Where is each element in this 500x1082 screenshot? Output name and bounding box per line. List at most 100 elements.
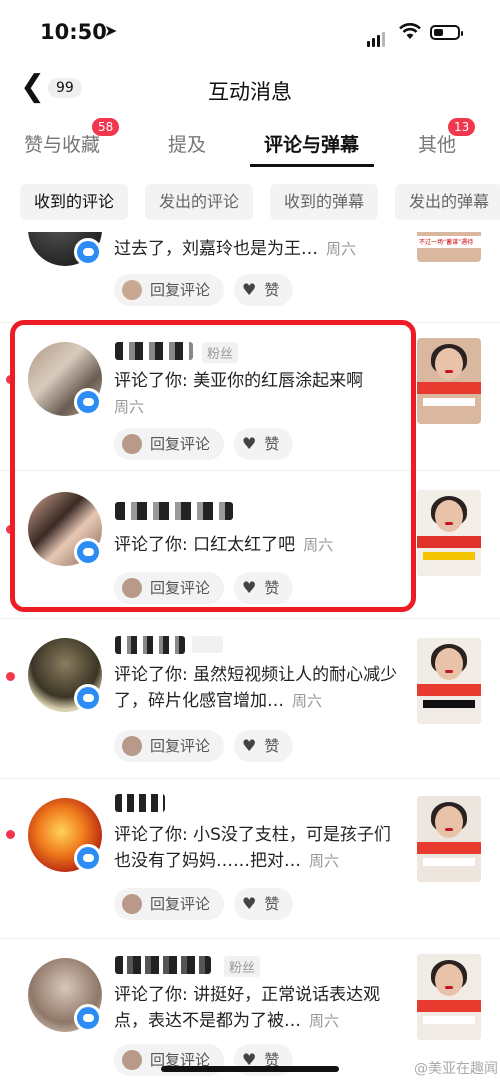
battery-icon <box>430 25 463 40</box>
list-item[interactable]: 评论了你: 虽然短视频让人的耐心减少了，碎片化感官增加… 周六 回复评论 ♥ 赞 <box>0 618 500 779</box>
reply-label: 回复评论 <box>150 281 211 299</box>
tab-comments-danmaku[interactable]: 评论与弹幕 <box>264 130 359 157</box>
like-label: 赞 <box>264 579 280 597</box>
comment-text: 评论了你: 虽然短视频让人的耐心减少了，碎片化感官增加… 周六 <box>114 662 404 714</box>
unread-dot <box>6 672 15 681</box>
like-button[interactable]: ♥ 赞 <box>234 274 294 306</box>
tab-label: 提及 <box>168 134 207 156</box>
nav-bar: ❮ 99 互动消息 <box>0 64 500 116</box>
avatar-small <box>122 577 142 598</box>
comment-text: 评论了你: 小S没了支柱，可是孩子们也没有了妈妈……把对… 周六 <box>114 822 404 874</box>
heart-icon: ♥ <box>242 894 257 913</box>
reply-button[interactable]: 回复评论 <box>114 428 225 460</box>
active-tab-indicator <box>250 164 374 167</box>
comment-text: 评论了你: 讲挺好，正常说话表达观点，表达不是都为了被… 周六 <box>114 982 404 1034</box>
avatar-small <box>122 279 142 300</box>
tab-other[interactable]: 其他 13 <box>418 118 476 157</box>
tab-badge: 58 <box>92 118 120 136</box>
comment-list: 过去了，刘嘉玲也是为王… 周六 回复评论 ♥ 赞 不过一场“蓄谋”遇待 粉丝 评论了… <box>0 232 500 1082</box>
like-label: 赞 <box>264 281 280 299</box>
reply-label: 回复评论 <box>150 737 211 755</box>
location-arrow-icon: ➤ <box>104 21 118 40</box>
username-mosaic[interactable] <box>115 956 211 974</box>
like-button[interactable]: ♥ 赞 <box>234 888 294 920</box>
heart-icon: ♥ <box>242 578 257 597</box>
video-thumbnail[interactable]: 不过一场“蓄谋”遇待 <box>417 232 481 262</box>
avatar-small <box>122 1049 142 1070</box>
tab-mentions[interactable]: 提及 <box>168 130 206 157</box>
like-button[interactable]: ♥ 赞 <box>234 572 294 604</box>
reply-button[interactable]: 回复评论 <box>114 572 225 604</box>
reply-button[interactable]: 回复评论 <box>114 274 225 306</box>
reply-label: 回复评论 <box>150 579 211 597</box>
unread-dot <box>6 525 15 534</box>
tab-label: 评论与弹幕 <box>264 134 360 156</box>
watermark: @美亚在趣闻 <box>414 1061 498 1077</box>
message-badge-icon <box>74 238 102 266</box>
heart-icon: ♥ <box>242 736 257 755</box>
like-label: 赞 <box>264 737 280 755</box>
avatar[interactable] <box>28 798 102 872</box>
username-mosaic[interactable] <box>115 794 165 812</box>
like-label: 赞 <box>264 895 280 913</box>
comment-body: 评论了你: 虽然短视频让人的耐心减少了，碎片化感官增加… <box>114 665 398 711</box>
tab-badge: 13 <box>448 118 476 136</box>
message-badge-icon <box>74 1004 102 1032</box>
tab-label: 赞与收藏 <box>24 134 101 156</box>
thumbnail-caption: 不过一场“蓄谋”遇待 <box>419 239 474 246</box>
comment-time: 周六 <box>114 398 145 416</box>
avatar[interactable] <box>28 232 102 266</box>
list-item[interactable]: 粉丝 评论了你: 美亚你的红唇涂起来啊 周六 回复评论 ♥ 赞 <box>0 324 500 471</box>
heart-icon: ♥ <box>242 280 257 299</box>
page-title: 互动消息 <box>208 80 292 104</box>
comment-text: 过去了，刘嘉玲也是为王… 周六 <box>114 236 404 262</box>
home-indicator <box>161 1066 339 1072</box>
comment-body: 评论了你: 美亚你的红唇涂起来啊 <box>114 371 364 391</box>
avatar[interactable] <box>28 342 102 416</box>
list-item[interactable]: 评论了你: 小S没了支柱，可是孩子们也没有了妈妈……把对… 周六 回复评论 ♥ 赞 <box>0 778 500 939</box>
username-mosaic[interactable] <box>115 342 193 360</box>
comment-text: 评论了你: 口红太红了吧 周六 <box>114 532 404 558</box>
comment-time: 周六 <box>292 692 323 710</box>
unread-dot <box>6 375 15 384</box>
username-mosaic[interactable] <box>115 502 233 520</box>
heart-icon: ♥ <box>242 434 257 453</box>
avatar[interactable] <box>28 958 102 1032</box>
message-badge-icon <box>74 844 102 872</box>
comment-time: 周六 <box>303 536 334 554</box>
video-thumbnail[interactable] <box>417 954 481 1040</box>
reply-label: 回复评论 <box>150 895 211 913</box>
video-thumbnail[interactable] <box>417 338 481 424</box>
chip-received-danmaku[interactable]: 收到的弹幕 <box>270 184 379 220</box>
video-thumbnail[interactable] <box>417 490 481 576</box>
like-button[interactable]: ♥ 赞 <box>234 428 294 460</box>
message-badge-icon <box>74 538 102 566</box>
reply-button[interactable]: 回复评论 <box>114 888 225 920</box>
comment-body: 评论了你: 口红太红了吧 <box>114 535 296 555</box>
video-thumbnail[interactable] <box>417 638 481 724</box>
wifi-icon <box>399 23 421 39</box>
list-item[interactable]: 评论了你: 口红太红了吧 周六 回复评论 ♥ 赞 <box>0 470 500 619</box>
tab-label: 其他 <box>418 134 457 156</box>
like-button[interactable]: ♥ 赞 <box>234 730 294 762</box>
chip-sent-danmaku[interactable]: 发出的弹幕 <box>395 184 500 220</box>
comment-body: 评论了你: 讲挺好，正常说话表达观点，表达不是都为了被… <box>114 985 381 1031</box>
avatar[interactable] <box>28 492 102 566</box>
tab-likes-favorites[interactable]: 赞与收藏 58 <box>24 118 120 157</box>
avatar[interactable] <box>28 638 102 712</box>
avatar-small <box>122 433 142 454</box>
fans-tag: 粉丝 <box>224 956 261 977</box>
list-item[interactable]: 过去了，刘嘉玲也是为王… 周六 回复评论 ♥ 赞 不过一场“蓄谋”遇待 <box>0 232 500 323</box>
message-badge-icon <box>74 684 102 712</box>
message-badge-icon <box>74 388 102 416</box>
chip-sent-comments[interactable]: 发出的评论 <box>145 184 254 220</box>
comment-time: 周六 <box>309 852 340 870</box>
signal-icon <box>367 28 387 47</box>
video-thumbnail[interactable] <box>417 796 481 882</box>
comment-text: 评论了你: 美亚你的红唇涂起来啊 <box>114 368 404 394</box>
username-mosaic[interactable] <box>115 636 185 654</box>
reply-label: 回复评论 <box>150 435 211 453</box>
reply-button[interactable]: 回复评论 <box>114 730 225 762</box>
comment-time: 周六 <box>309 1012 340 1030</box>
chip-received-comments[interactable]: 收到的评论 <box>20 184 129 220</box>
